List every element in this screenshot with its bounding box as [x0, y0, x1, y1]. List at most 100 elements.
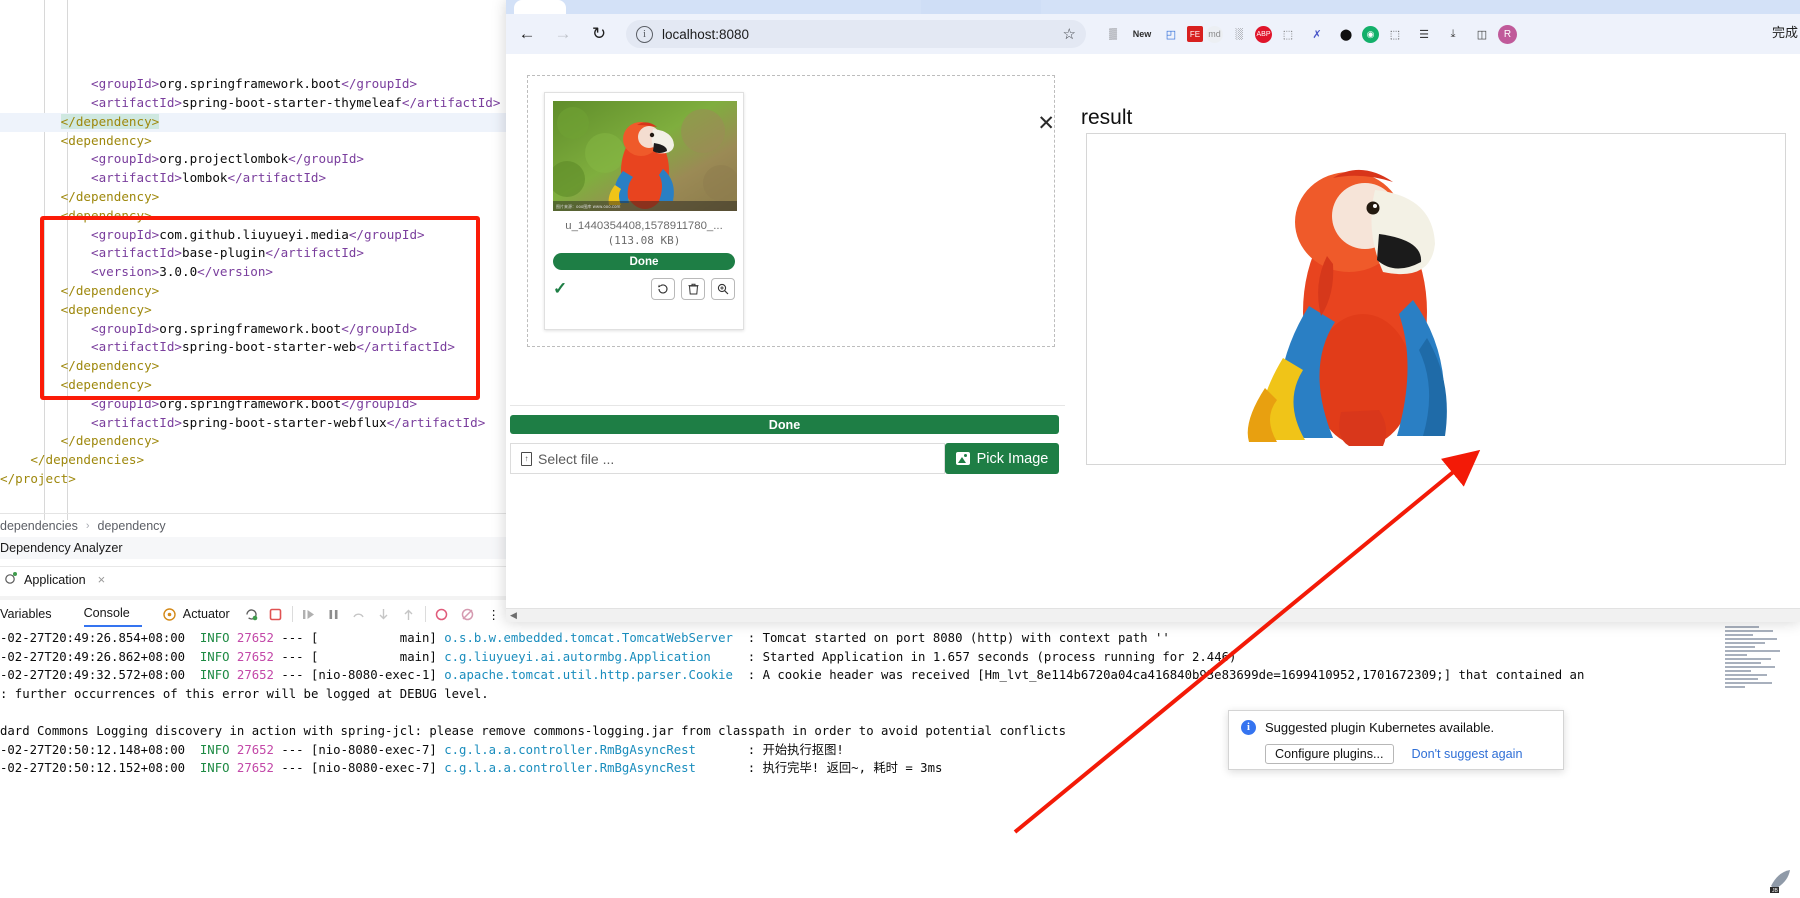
- browser-page-content: 图片来源：ooo图库 www.ooo.com u_1440354408,1578…: [506, 54, 1800, 622]
- opera-extension[interactable]: ⬤: [1333, 21, 1359, 47]
- qrcode-extension[interactable]: ▒: [1100, 21, 1126, 47]
- uploader-divider: [510, 405, 1065, 406]
- console-line: -02-27T20:49:26.862+08:00 INFO 27652 ---…: [0, 649, 1237, 664]
- tab-variables[interactable]: Variables: [0, 603, 64, 626]
- run-tab-application[interactable]: Application ×: [0, 571, 109, 588]
- pause-icon[interactable]: [326, 606, 342, 622]
- image-icon: [955, 452, 970, 465]
- rotate-icon[interactable]: [651, 278, 675, 300]
- step-out-icon[interactable]: [401, 606, 417, 622]
- configure-plugins-button[interactable]: Configure plugins...: [1265, 744, 1394, 764]
- puzzle-extensions-icon[interactable]: ⬚: [1382, 21, 1408, 47]
- step-over-icon[interactable]: [351, 606, 367, 622]
- dont-suggest-again-link[interactable]: Don't suggest again: [1412, 747, 1523, 761]
- close-icon[interactable]: ×: [98, 572, 106, 587]
- file-size-label: (113.08 KB): [607, 234, 681, 247]
- uploaded-file-card[interactable]: 图片来源：ooo图库 www.ooo.com u_1440354408,1578…: [544, 92, 744, 330]
- dependency-analyzer-label: Dependency Analyzer: [0, 541, 123, 555]
- result-title: result: [1081, 106, 1133, 129]
- breadcrumb-item-dependency[interactable]: dependency: [98, 519, 166, 533]
- close-icon[interactable]: ✕: [1037, 113, 1055, 134]
- feedly-extension[interactable]: FE: [1187, 26, 1203, 42]
- profile-avatar[interactable]: R: [1498, 24, 1517, 44]
- x-extension[interactable]: ✗: [1304, 21, 1330, 47]
- console-minimap[interactable]: [1724, 624, 1786, 692]
- adblock-plus-extension[interactable]: ABP: [1255, 25, 1272, 43]
- browser-tab-strip[interactable]: [506, 0, 1800, 14]
- upload-status-label: Done: [629, 255, 659, 268]
- side-panel-icon[interactable]: ◫: [1469, 21, 1495, 47]
- tab-variables-label: Variables: [0, 606, 52, 621]
- scroll-left-icon[interactable]: ◀: [510, 610, 517, 621]
- zoom-icon[interactable]: [711, 278, 735, 300]
- toolbar-divider: [291, 606, 293, 622]
- file-upload-icon: ↑: [521, 451, 532, 466]
- file-card-actions[interactable]: ✓: [553, 278, 735, 300]
- browser-right-label: 完成: [1771, 26, 1798, 41]
- image-uploader-panel: 图片来源：ooo图库 www.ooo.com u_1440354408,1578…: [508, 57, 1065, 474]
- markdown-extension[interactable]: md: [1206, 25, 1223, 43]
- file-thumbnail: 图片来源：ooo图库 www.ooo.com: [553, 101, 737, 211]
- upload-dropzone[interactable]: 图片来源：ooo图库 www.ooo.com u_1440354408,1578…: [527, 75, 1055, 347]
- breadcrumb-separator-icon: ›: [85, 519, 90, 532]
- actuator-label: Actuator: [182, 607, 230, 621]
- bookmark-star-icon[interactable]: ☆: [1063, 25, 1076, 43]
- file-name-label: u_1440354408,1578911780_...: [565, 220, 723, 232]
- upload-progress-bar: Done: [553, 253, 735, 270]
- downloads-icon[interactable]: ⤓: [1440, 21, 1466, 47]
- address-bar[interactable]: i localhost:8080 ☆: [626, 20, 1086, 48]
- breadcrumb-item-dependencies[interactable]: dependencies: [0, 519, 78, 533]
- console-line: : further occurrences of this error will…: [0, 686, 489, 701]
- browser-window: ← → ↻ i localhost:8080 ☆ ▒ New ◰ FE md ░ ABP ⬚ ✗…: [506, 0, 1800, 622]
- console-line: -02-27T20:49:32.572+08:00 INFO 27652 ---…: [0, 668, 1585, 683]
- barcode-extension[interactable]: ░: [1226, 21, 1252, 47]
- step-into-icon[interactable]: [376, 606, 392, 622]
- svg-text:JB: JB: [1772, 888, 1779, 894]
- actuator-button[interactable]: Actuator: [162, 606, 230, 622]
- jetbrains-logo: JB: [1768, 868, 1794, 894]
- result-parrot-image: [1087, 134, 1785, 464]
- reading-list-icon[interactable]: ☰: [1411, 21, 1437, 47]
- rerun-icon[interactable]: [244, 606, 260, 622]
- tab-console-label: Console: [83, 605, 130, 620]
- screenshot-extension[interactable]: ⬚: [1275, 21, 1301, 47]
- tab-console[interactable]: Console: [83, 602, 142, 627]
- reload-button[interactable]: ↻: [584, 19, 614, 49]
- thumbnail-watermark: 图片来源：ooo图库 www.ooo.com: [556, 204, 621, 209]
- done-button-label: Done: [768, 417, 801, 432]
- result-image-container[interactable]: [1086, 133, 1786, 465]
- pick-image-button[interactable]: Pick Image: [945, 443, 1059, 474]
- view-breakpoints-icon[interactable]: [460, 606, 476, 622]
- notification-message: Suggested plugin Kubernetes available.: [1265, 720, 1495, 735]
- recorder-extension[interactable]: ◉: [1362, 25, 1379, 43]
- extension-toolbar[interactable]: ▒ New ◰ FE md ░ ABP ⬚ ✗ ⬤ ◉ ⬚ ☰ ⤓ ◫ R: [1100, 21, 1517, 47]
- url-text[interactable]: localhost:8080: [662, 27, 749, 42]
- browser-tab-other[interactable]: [921, 0, 1041, 14]
- site-info-icon[interactable]: i: [636, 25, 653, 43]
- resume-icon[interactable]: [301, 606, 317, 622]
- toolbar-divider-2: [424, 606, 426, 622]
- select-file-placeholder: Select file ...: [538, 450, 615, 467]
- back-button[interactable]: ←: [512, 19, 542, 49]
- forward-button[interactable]: →: [548, 19, 578, 49]
- run-tab-label: Application: [24, 572, 86, 587]
- result-panel: result: [1078, 54, 1798, 474]
- new-clipper-extension[interactable]: New: [1129, 21, 1155, 47]
- browser-tab-active[interactable]: [514, 0, 566, 14]
- upload-success-check-icon: ✓: [553, 279, 568, 298]
- actuator-icon: [162, 606, 178, 622]
- browser-horizontal-scrollbar[interactable]: ◀: [506, 608, 1800, 622]
- mute-breakpoints-icon[interactable]: [434, 606, 450, 622]
- plugin-suggestion-notification: i Suggested plugin Kubernetes available.…: [1228, 710, 1564, 770]
- more-options-icon[interactable]: ⋮: [486, 606, 502, 622]
- console-line: -02-27T20:49:26.854+08:00 INFO 27652 ---…: [0, 631, 1170, 645]
- google-translate-extension[interactable]: ◰: [1158, 21, 1184, 47]
- done-button[interactable]: Done: [510, 415, 1059, 434]
- stop-icon[interactable]: [268, 606, 284, 622]
- select-file-input[interactable]: ↑ Select file ...: [510, 443, 945, 474]
- file-select-row[interactable]: ↑ Select file ... Pick Image: [510, 443, 1059, 474]
- run-config-icon: [4, 571, 18, 588]
- browser-toolbar[interactable]: ← → ↻ i localhost:8080 ☆ ▒ New ◰ FE md ░ ABP ⬚ ✗…: [506, 14, 1800, 54]
- info-icon: i: [1241, 720, 1256, 735]
- delete-icon[interactable]: [681, 278, 705, 300]
